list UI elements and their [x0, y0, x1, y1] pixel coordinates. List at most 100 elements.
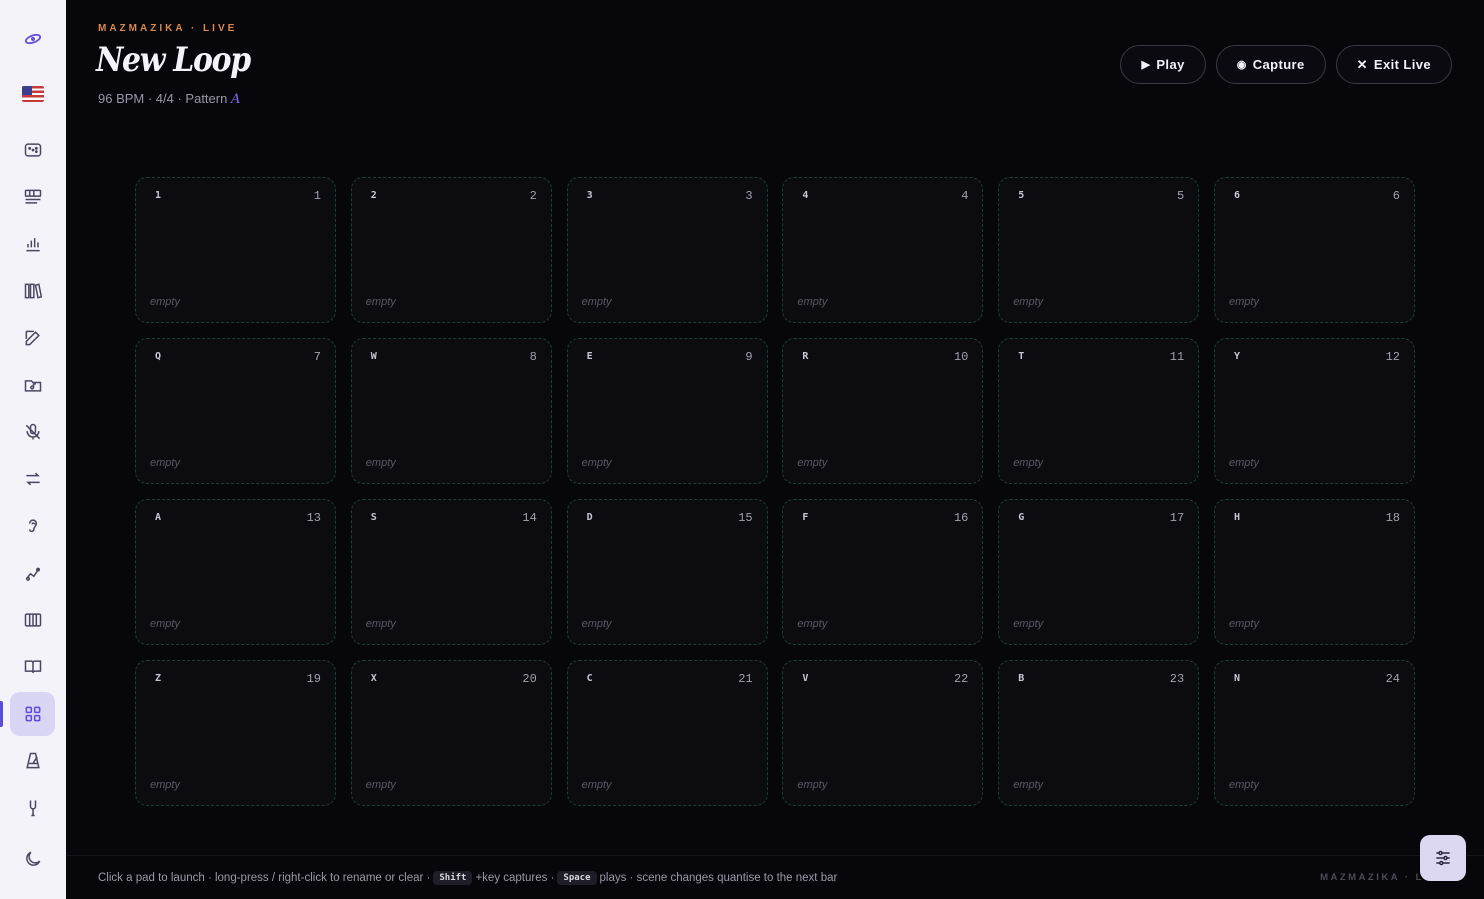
pad[interactable]: 4 4 empty — [782, 177, 984, 323]
pad-key: 5 — [1018, 190, 1025, 201]
exit-label: Exit Live — [1373, 57, 1431, 72]
pad[interactable]: W 8 empty — [350, 338, 552, 484]
pad[interactable]: R 10 empty — [782, 338, 984, 484]
pad-state: empty — [1013, 779, 1044, 791]
theme-toggle[interactable] — [10, 837, 55, 881]
pad-number: 23 — [1169, 672, 1185, 686]
pad-key: F — [802, 512, 809, 523]
play-button[interactable]: ▶ Play — [1120, 45, 1206, 84]
play-icon: ▶ — [1141, 59, 1151, 71]
sidebar-item-metronome[interactable] — [10, 739, 55, 783]
pad[interactable]: V 22 empty — [782, 660, 984, 806]
sliders-icon — [1436, 850, 1450, 866]
keyboard-stack-icon — [24, 189, 41, 204]
pad-number: 11 — [1169, 350, 1185, 364]
pad[interactable]: F 16 empty — [782, 499, 984, 645]
mixer-settings-button[interactable] — [1420, 835, 1466, 881]
pad-number: 18 — [1385, 511, 1400, 525]
pad[interactable]: S 14 empty — [350, 499, 552, 645]
sidebar-item-edit[interactable] — [10, 316, 55, 360]
pad[interactable]: Z 19 empty — [135, 660, 336, 806]
pad[interactable]: 3 3 empty — [566, 177, 768, 323]
capture-button[interactable]: ◉ Capture — [1215, 45, 1326, 84]
pad-state: empty — [581, 618, 612, 630]
pad-number: 9 — [745, 350, 753, 364]
sidebar-item-melody[interactable] — [10, 551, 55, 595]
pad-key: V — [802, 673, 809, 684]
library-icon — [24, 283, 42, 299]
pad-state: empty — [1228, 618, 1259, 630]
pad[interactable]: B 23 empty — [998, 660, 1200, 806]
pad-state: empty — [1013, 618, 1044, 630]
pad-state: empty — [581, 779, 612, 791]
piano-icon — [24, 613, 41, 627]
sidebar-item-live[interactable] — [10, 692, 55, 736]
pad-number: 12 — [1385, 350, 1400, 364]
footer-hint: Click a pad to launch · long-press / rig… — [98, 871, 837, 885]
pad[interactable]: 6 6 empty — [1213, 177, 1415, 323]
pad[interactable]: C 21 empty — [566, 660, 768, 806]
sidebar-item-stats[interactable] — [10, 222, 55, 266]
pad-number: 20 — [522, 672, 537, 686]
pad[interactable]: Y 12 empty — [1213, 338, 1415, 484]
pad[interactable]: 2 2 empty — [350, 177, 552, 323]
pad-key: H — [1233, 512, 1241, 523]
record-icon: ◉ — [1236, 59, 1247, 71]
pad-grid: 1 1 empty 2 2 empty 3 3 empty 4 4 empty 5 5 empty 6 6 emp… — [135, 177, 1415, 806]
pad[interactable]: N 24 empty — [1213, 660, 1415, 806]
pad[interactable]: A 13 empty — [135, 499, 336, 645]
bar-chart-icon — [25, 238, 40, 252]
pad[interactable]: H 18 empty — [1213, 499, 1415, 645]
pad-state: empty — [1228, 296, 1259, 308]
pad-state: empty — [797, 296, 828, 308]
pad-number: 13 — [306, 511, 321, 525]
sidebar-item-piano[interactable] — [10, 598, 55, 642]
pad-state: empty — [365, 457, 396, 469]
pad[interactable]: 1 1 empty — [135, 177, 336, 323]
logo-icon[interactable] — [10, 17, 55, 61]
pad[interactable]: G 17 empty — [998, 499, 1200, 645]
pad-state: empty — [150, 618, 180, 630]
close-icon: ✕ — [1356, 56, 1368, 72]
sidebar-item-ear-training[interactable] — [10, 504, 55, 548]
shift-key-badge: Shift — [433, 871, 473, 885]
pad[interactable]: Q 7 empty — [135, 338, 336, 484]
pattern-name[interactable]: A — [231, 92, 240, 107]
pad-state: empty — [1013, 296, 1044, 308]
pad-state: empty — [797, 457, 828, 469]
edit-icon — [25, 330, 40, 346]
pad[interactable]: 5 5 empty — [998, 177, 1200, 323]
pad[interactable]: D 15 empty — [566, 499, 768, 645]
melody-icon — [25, 567, 40, 581]
sidebar-item-games[interactable] — [10, 128, 55, 172]
grid-icon — [25, 706, 40, 722]
sidebar-item-projects[interactable] — [10, 363, 55, 407]
exit-live-button[interactable]: ✕ Exit Live — [1335, 45, 1452, 84]
pad-key: G — [1018, 512, 1025, 523]
sidebar-item-tuner[interactable] — [10, 786, 55, 830]
pad-key: D — [586, 512, 593, 523]
microphone-off-icon — [25, 423, 40, 440]
pad-key: Q — [155, 351, 162, 362]
sidebar-item-learn[interactable] — [10, 645, 55, 689]
pad-state: empty — [1228, 457, 1259, 469]
sidebar-item-record[interactable] — [10, 410, 55, 454]
pad[interactable]: E 9 empty — [566, 338, 768, 484]
sidebar-item-library[interactable] — [10, 269, 55, 313]
pad[interactable]: T 11 empty — [998, 338, 1200, 484]
pad-number: 5 — [1176, 189, 1185, 203]
pad-number: 1 — [313, 189, 321, 203]
pad[interactable]: X 20 empty — [350, 660, 552, 806]
sidebar — [0, 0, 66, 899]
sidebar-item-keyboards[interactable] — [10, 175, 55, 219]
play-label: Play — [1156, 57, 1185, 72]
sidebar-item-convert[interactable] — [10, 457, 55, 501]
language-button[interactable] — [10, 72, 55, 116]
metronome-icon — [25, 752, 40, 769]
pad-key: S — [370, 512, 377, 523]
pad-number: 15 — [738, 511, 753, 525]
footer-hint-text: plays · scene changes quantise to the ne… — [599, 872, 838, 884]
gamepad-icon — [24, 143, 41, 157]
moon-icon — [25, 851, 40, 866]
pad-key: R — [802, 351, 809, 362]
